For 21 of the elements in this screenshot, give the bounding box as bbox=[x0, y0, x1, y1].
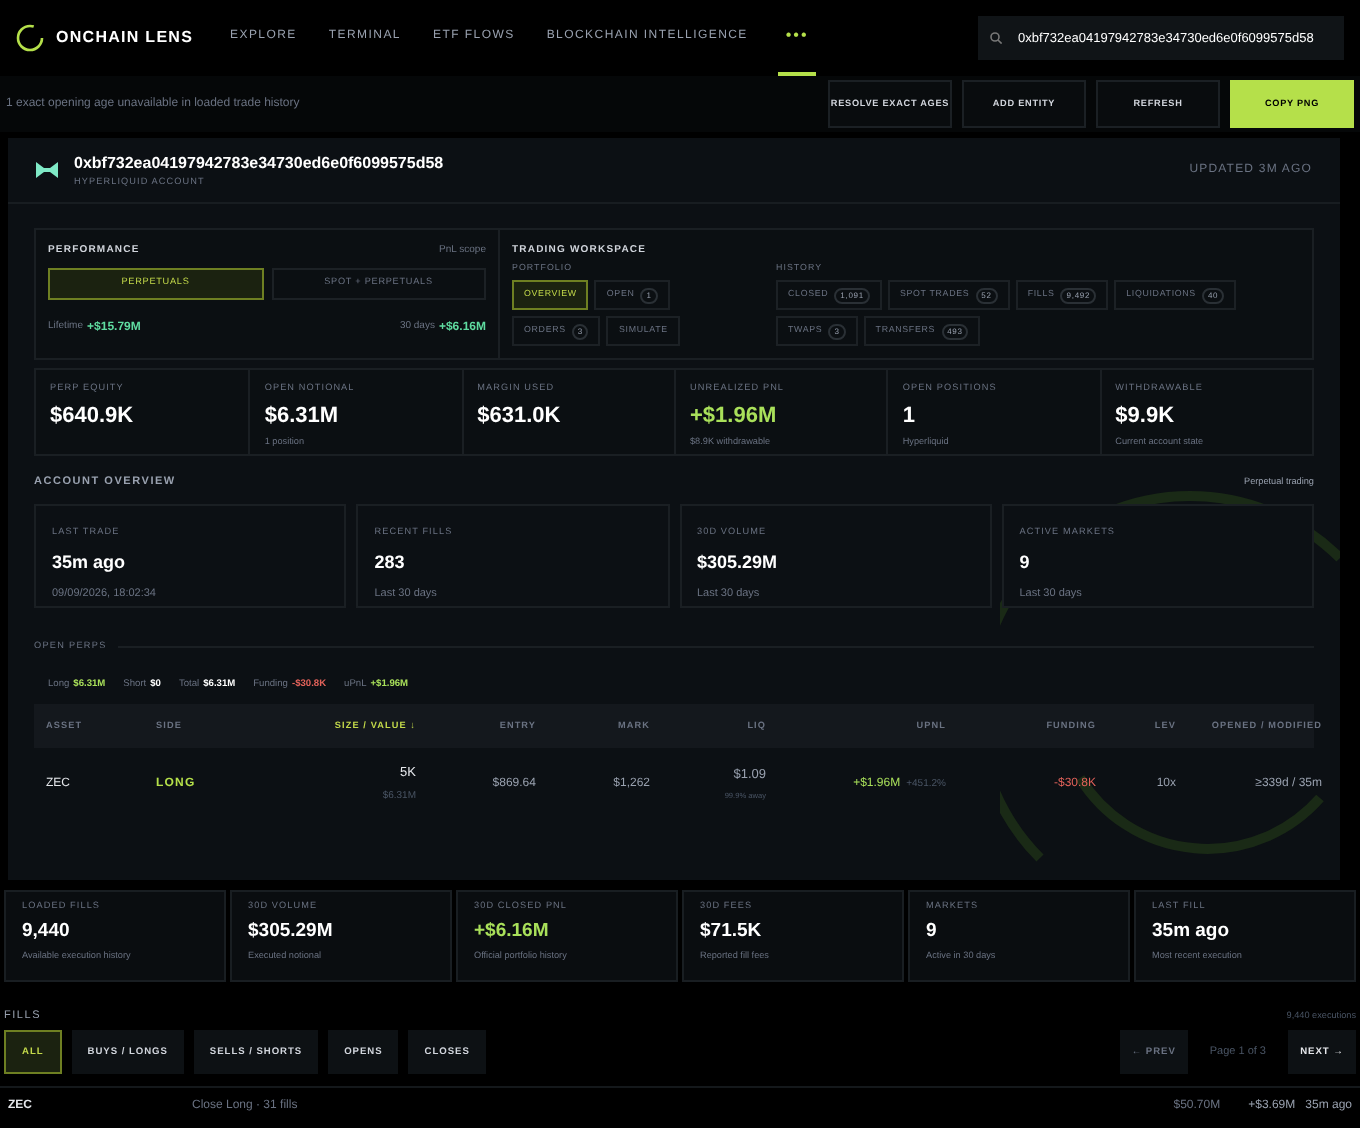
account-address: 0xbf732ea04197942783e34730ed6e0f6099575d58 bbox=[74, 151, 444, 176]
stat-value: $9.9K bbox=[1115, 401, 1177, 432]
logo-ring-icon[interactable] bbox=[16, 24, 44, 52]
stat-value: $631.0K bbox=[477, 401, 563, 432]
stat-value: 1 bbox=[902, 401, 917, 432]
card-value: 283 bbox=[374, 550, 407, 577]
stat-value: $71.5K bbox=[700, 917, 764, 946]
brand-name: ONCHAIN LENS bbox=[56, 26, 194, 50]
stat-value: $6.31M bbox=[264, 401, 341, 432]
card-value: 9 bbox=[1019, 550, 1032, 577]
bowtie-icon bbox=[36, 162, 58, 178]
stat-value: $305.29M bbox=[248, 917, 335, 946]
stat-value: +$6.16M bbox=[474, 917, 551, 946]
search-icon bbox=[990, 32, 1002, 44]
stat-value: 9,440 bbox=[22, 917, 72, 946]
stat-value: 9 bbox=[926, 917, 939, 946]
card-value: 35m ago bbox=[52, 550, 128, 577]
stat-value: 35m ago bbox=[1152, 917, 1232, 946]
stat-value: +$1.96M bbox=[690, 401, 779, 432]
stat-value: $640.9K bbox=[50, 401, 136, 432]
card-value: $305.29M bbox=[697, 550, 780, 577]
